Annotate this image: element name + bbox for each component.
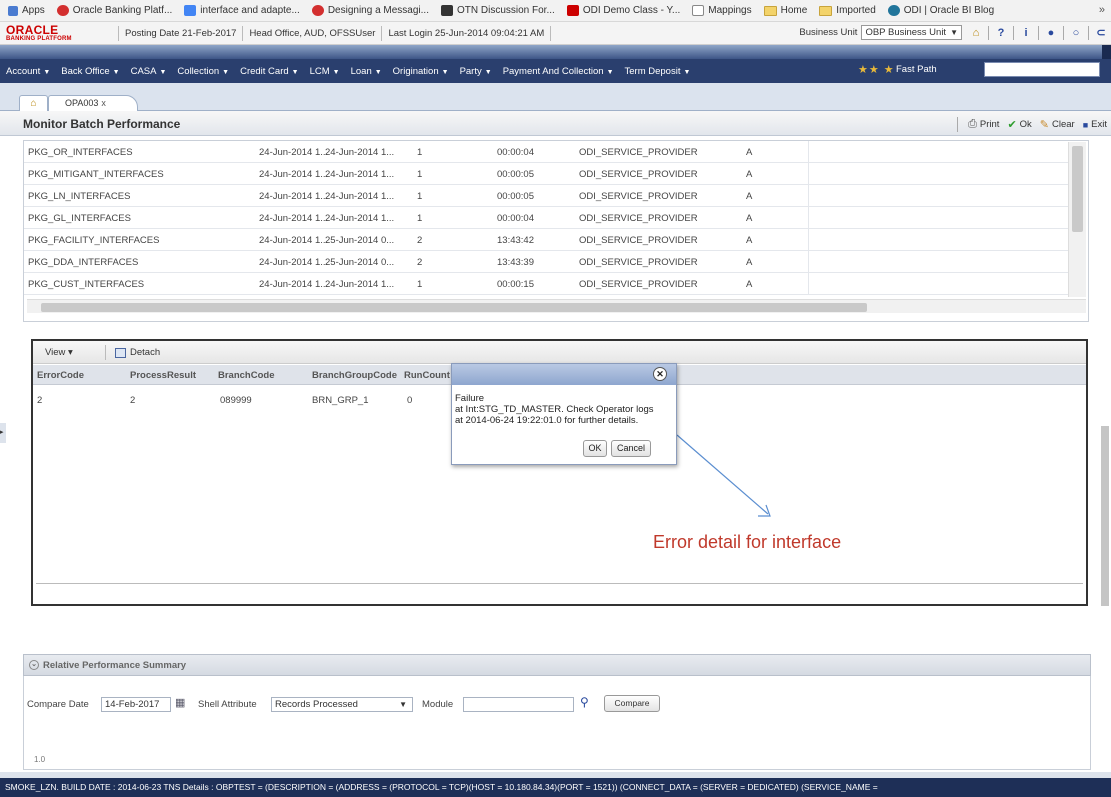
annotation-label: Error detail for interface xyxy=(653,532,842,552)
dialog-ok-button[interactable]: OK xyxy=(583,440,607,457)
dialog-message: Failure at Int:STG_TD_MASTER. Check Oper… xyxy=(455,393,675,426)
summary-vertical-scrollbar[interactable] xyxy=(1094,646,1108,770)
summary-title: Relative Performance Summary xyxy=(43,660,187,671)
summary-panel-header[interactable]: ⌄ Relative Performance Summary xyxy=(23,654,1091,676)
chevron-down-icon: ▼ xyxy=(399,700,407,709)
shell-attribute-select[interactable]: Records Processed ▼ xyxy=(271,697,413,712)
module-input[interactable] xyxy=(463,697,574,712)
module-label: Module xyxy=(422,699,454,710)
compare-button[interactable]: Compare xyxy=(604,695,660,712)
compare-date-label: Compare Date xyxy=(27,699,89,710)
dialog-cancel-button[interactable]: Cancel xyxy=(611,440,651,457)
dialog-message-line: at 2014-06-24 19:22:01.0 for further det… xyxy=(455,415,639,426)
dialog-message-line: Failure xyxy=(455,393,485,404)
collapse-toggle-icon[interactable]: ⌄ xyxy=(29,660,39,670)
compare-date-input[interactable]: 14-Feb-2017 xyxy=(101,697,171,712)
dialog-titlebar: ✕ xyxy=(452,364,676,385)
dialog-message-line: at Int:STG_TD_MASTER. Check Operator log… xyxy=(455,404,654,415)
status-bar: SMOKE_LZN. BUILD DATE : 2014-06-23 TNS D… xyxy=(0,778,1111,797)
calendar-icon[interactable]: ▦ xyxy=(175,696,185,709)
failure-dialog: ✕ Failure at Int:STG_TD_MASTER. Check Op… xyxy=(451,363,677,465)
search-icon[interactable]: ⚲ xyxy=(580,695,589,709)
summary-panel-body xyxy=(23,676,1091,770)
close-icon[interactable]: ✕ xyxy=(653,367,667,381)
shell-attribute-label: Shell Attribute xyxy=(198,699,257,710)
shell-attribute-value: Records Processed xyxy=(275,699,358,710)
chart-axis-tick: 1.0 xyxy=(34,755,46,764)
